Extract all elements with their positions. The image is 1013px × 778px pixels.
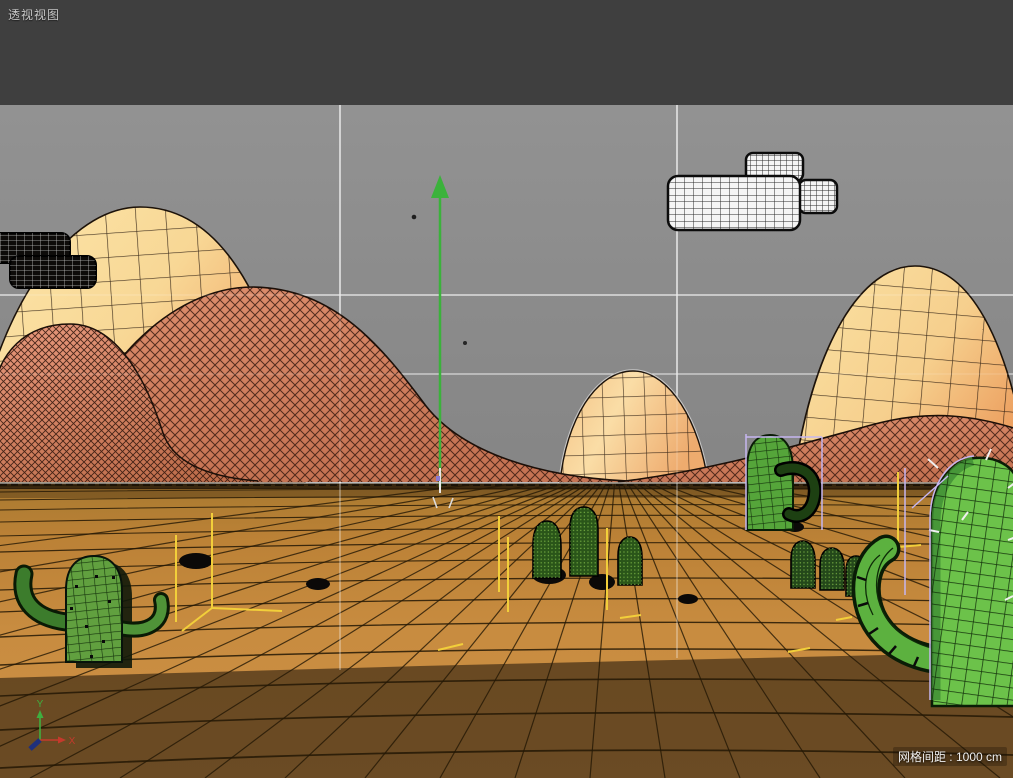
viewport-background-band <box>0 0 1013 105</box>
perspective-viewport[interactable]: Y X 透视视图 网格间距 : 1000 cm <box>0 0 1013 778</box>
3d-scene-canvas[interactable]: Y X <box>0 0 1013 778</box>
axis-y-label: Y <box>37 699 44 710</box>
axis-x-label: X <box>69 736 76 747</box>
grid-spacing-label: 网格间距 : 1000 cm <box>892 747 1007 766</box>
viewport-title: 透视视图 <box>8 8 61 22</box>
